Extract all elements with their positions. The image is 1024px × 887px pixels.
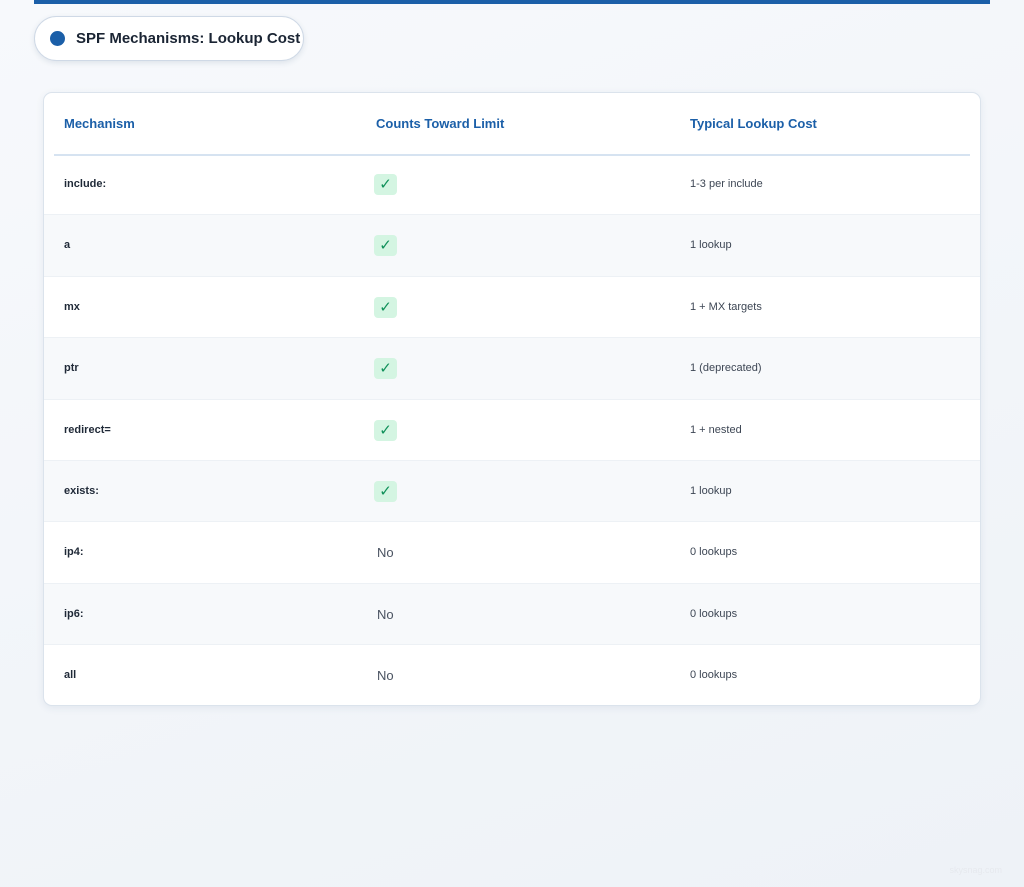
lookup-cost-cell: 0 lookups — [690, 607, 738, 620]
table-row: exists: ✓ 1 lookup — [44, 460, 980, 523]
mechanism-cell: ptr — [64, 362, 79, 375]
checkmark-icon: ✓ — [374, 358, 397, 380]
table-row: all No 0 lookups — [44, 645, 980, 705]
mechanism-cell: a — [64, 239, 71, 252]
checkmark-icon: ✓ — [374, 235, 397, 257]
table-row: mx ✓ 1 + MX targets — [44, 277, 980, 339]
counts-cell: ✓ — [374, 338, 397, 399]
lookup-cost-cell: 0 lookups — [690, 546, 738, 559]
counts-no-label: No — [377, 606, 394, 622]
counts-no-label: No — [377, 668, 394, 684]
counts-cell: No — [374, 584, 394, 645]
table-row: redirect= ✓ 1 + nested — [44, 400, 980, 461]
page-title: SPF Mechanisms: Lookup Cost — [76, 30, 301, 47]
checkmark-icon: ✓ — [374, 174, 397, 195]
checkmark-icon: ✓ — [374, 419, 397, 441]
counts-cell: ✓ — [374, 154, 397, 215]
mechanism-cell: ip6: — [64, 607, 84, 620]
mechanism-cell: all — [64, 669, 77, 682]
column-header-counts: Counts Toward Limit — [376, 116, 505, 131]
lookup-cost-cell: 1 lookup — [690, 484, 732, 497]
mechanism-cell: include: — [64, 178, 107, 190]
top-accent-bar — [34, 0, 990, 4]
lookup-cost-cell: 1 (deprecated) — [690, 362, 762, 375]
checkmark-icon: ✓ — [374, 296, 397, 318]
mechanism-cell: ip4: — [64, 546, 84, 559]
lookup-cost-cell: 0 lookups — [690, 669, 738, 682]
watermark: skysnag.com — [949, 865, 1002, 875]
counts-cell: No — [374, 522, 394, 583]
counts-no-label: No — [377, 545, 394, 561]
page-title-badge: SPF Mechanisms: Lookup Cost — [34, 16, 304, 61]
table-header-row: Mechanism Counts Toward Limit Typical Lo… — [54, 93, 970, 156]
table-row: include: ✓ 1-3 per include — [44, 154, 980, 216]
mechanism-cell: mx — [64, 300, 80, 313]
counts-cell: No — [374, 645, 394, 705]
counts-cell: ✓ — [374, 215, 397, 276]
checkmark-icon: ✓ — [374, 480, 397, 502]
mechanism-cell: exists: — [64, 484, 99, 497]
table-row: ip6: No 0 lookups — [44, 583, 980, 646]
counts-cell: ✓ — [374, 461, 397, 522]
table-row: a ✓ 1 lookup — [44, 215, 980, 277]
column-header-mechanism: Mechanism — [64, 116, 135, 131]
table-row: ip4: No 0 lookups — [44, 522, 980, 584]
lookup-cost-cell: 1 lookup — [690, 239, 732, 252]
counts-cell: ✓ — [374, 277, 397, 338]
lookup-cost-cell: 1-3 per include — [690, 178, 763, 190]
lookup-cost-table: Mechanism Counts Toward Limit Typical Lo… — [43, 92, 981, 706]
lookup-cost-cell: 1 + MX targets — [690, 300, 762, 313]
mechanism-cell: redirect= — [64, 423, 111, 436]
lookup-cost-cell: 1 + nested — [690, 423, 742, 436]
column-header-cost: Typical Lookup Cost — [690, 116, 817, 131]
table-body: include: ✓ 1-3 per include a ✓ 1 lookup mx ✓ 1 +… — [44, 154, 980, 705]
table-row: ptr ✓ 1 (deprecated) — [44, 338, 980, 400]
title-dot-icon — [50, 31, 65, 46]
counts-cell: ✓ — [374, 400, 397, 461]
